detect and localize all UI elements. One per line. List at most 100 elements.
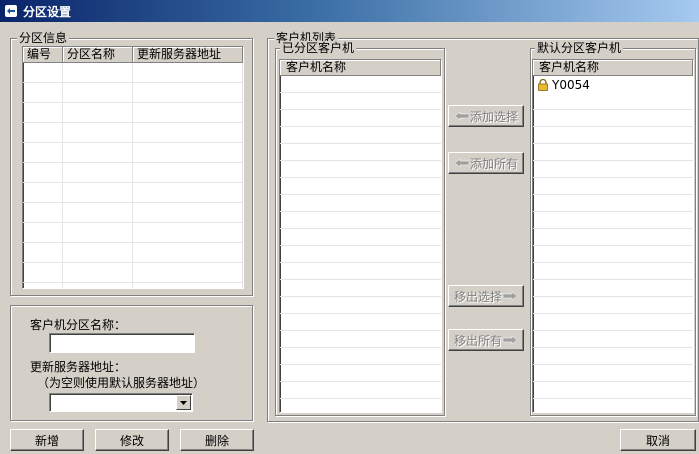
column-header-server[interactable]: 更新服务器地址: [133, 47, 243, 63]
list-row: [533, 161, 693, 178]
list-row: [533, 348, 693, 365]
list-row: [533, 178, 693, 195]
window-title: 分区设置: [23, 4, 72, 19]
table-cell: [63, 203, 133, 222]
table-cell: [63, 283, 133, 288]
add-all-button[interactable]: 添加所有: [448, 152, 524, 174]
left-arrow-icon: [454, 158, 470, 168]
list-row: [280, 348, 441, 365]
table-cell: [63, 223, 133, 242]
table-cell: [133, 263, 243, 282]
list-row: [280, 246, 441, 263]
table-cell: [23, 183, 63, 202]
table-cell: [23, 203, 63, 222]
column-header-client-name[interactable]: 客户机名称: [533, 60, 693, 76]
assigned-clients-group: 已分区客户机 客户机名称: [275, 41, 445, 416]
table-row[interactable]: [23, 203, 243, 223]
table-cell: [133, 243, 243, 262]
table-cell: [133, 63, 243, 82]
list-row: [280, 229, 441, 246]
list-row: [280, 399, 441, 412]
edit-button[interactable]: 修改: [95, 429, 169, 451]
table-cell: [133, 123, 243, 142]
list-row: [280, 195, 441, 212]
table-row[interactable]: [23, 163, 243, 183]
table-row[interactable]: [23, 83, 243, 103]
list-row: [280, 314, 441, 331]
list-row: [280, 93, 441, 110]
table-row[interactable]: [23, 223, 243, 243]
list-row: [280, 263, 441, 280]
title-bar[interactable]: 分区设置: [0, 0, 699, 22]
list-row: [280, 280, 441, 297]
partition-form-group: 客户机分区名称： 更新服务器地址： （为空则使用默认服务器地址）: [10, 305, 253, 421]
table-cell: [133, 163, 243, 182]
client-partition-name-input[interactable]: [49, 333, 195, 353]
table-cell: [63, 143, 133, 162]
list-row: [280, 110, 441, 127]
list-row: [280, 178, 441, 195]
column-header-id[interactable]: 编号: [23, 47, 63, 63]
table-row[interactable]: [23, 103, 243, 123]
table-row[interactable]: [23, 283, 243, 288]
table-cell: [63, 63, 133, 82]
new-button[interactable]: 新增: [10, 429, 84, 451]
table-cell: [133, 143, 243, 162]
list-row: [533, 144, 693, 161]
list-row: [280, 382, 441, 399]
update-server-select[interactable]: [49, 393, 193, 412]
column-header-client-name[interactable]: 客户机名称: [280, 60, 441, 76]
partition-table-header: 编号 分区名称 更新服务器地址: [23, 47, 243, 63]
list-row: [533, 195, 693, 212]
update-server-hint: （为空则使用默认服务器地址）: [37, 376, 206, 390]
table-cell: [133, 283, 243, 288]
add-selected-button[interactable]: 添加选择: [448, 105, 524, 127]
remove-all-button[interactable]: 移出所有: [448, 329, 524, 351]
table-row[interactable]: [23, 263, 243, 283]
default-clients-list[interactable]: 客户机名称 Y0054: [532, 59, 694, 413]
list-item[interactable]: Y0054: [533, 76, 693, 93]
table-cell: [63, 123, 133, 142]
table-cell: [23, 123, 63, 142]
list-row: [533, 314, 693, 331]
assigned-clients-header: 客户机名称: [280, 60, 441, 76]
table-row[interactable]: [23, 123, 243, 143]
list-row: [533, 212, 693, 229]
table-row[interactable]: [23, 143, 243, 163]
table-cell: [63, 163, 133, 182]
delete-button[interactable]: 删除: [180, 429, 254, 451]
default-clients-legend: 默认分区客户机: [535, 41, 624, 55]
table-cell: [23, 83, 63, 102]
list-row: [280, 297, 441, 314]
table-cell: [133, 83, 243, 102]
table-cell: [23, 63, 63, 82]
table-cell: [63, 183, 133, 202]
list-row: [280, 212, 441, 229]
list-row: [280, 127, 441, 144]
client-partition-name-label: 客户机分区名称：: [30, 318, 127, 332]
table-cell: [23, 223, 63, 242]
default-clients-group: 默认分区客户机 客户机名称 Y0054: [530, 41, 696, 416]
partition-info-legend: 分区信息: [17, 31, 70, 45]
default-clients-header: 客户机名称: [533, 60, 693, 76]
column-header-name[interactable]: 分区名称: [63, 47, 133, 63]
table-cell: [23, 283, 63, 288]
list-row: [533, 246, 693, 263]
list-row: [533, 263, 693, 280]
chevron-down-icon[interactable]: [176, 395, 191, 410]
table-cell: [63, 103, 133, 122]
table-row[interactable]: [23, 63, 243, 83]
cancel-button[interactable]: 取消: [620, 429, 696, 451]
update-server-label: 更新服务器地址：: [30, 360, 127, 374]
table-cell: [63, 243, 133, 262]
list-row: [533, 382, 693, 399]
remove-selected-button[interactable]: 移出选择: [448, 285, 524, 307]
partition-info-group: 分区信息 编号 分区名称 更新服务器地址: [10, 31, 253, 296]
table-row[interactable]: [23, 243, 243, 263]
table-cell: [133, 103, 243, 122]
partition-table[interactable]: 编号 分区名称 更新服务器地址: [22, 46, 244, 289]
assigned-clients-list[interactable]: 客户机名称: [279, 59, 442, 413]
table-row[interactable]: [23, 183, 243, 203]
list-row: [533, 297, 693, 314]
list-row: [533, 399, 693, 412]
